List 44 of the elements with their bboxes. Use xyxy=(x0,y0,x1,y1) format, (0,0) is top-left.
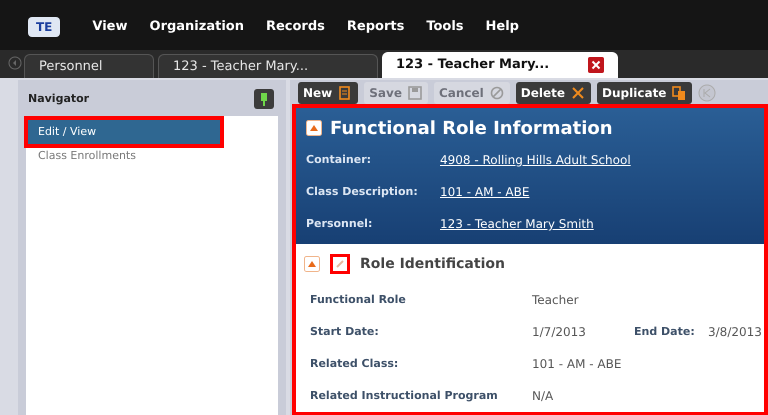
menu-item[interactable]: View xyxy=(92,17,128,37)
pin-icon[interactable] xyxy=(254,89,274,109)
nav-item[interactable]: Edit / View xyxy=(28,120,220,144)
toolbar-button[interactable]: Delete xyxy=(516,82,592,104)
field-label: Functional Role xyxy=(310,292,407,308)
field-value: Teacher xyxy=(532,292,579,309)
field-label: Personnel: xyxy=(306,216,374,232)
field-label: End Date: xyxy=(634,324,696,340)
toolbar-button[interactable]: Duplicate xyxy=(597,82,692,104)
menu-item[interactable]: Records xyxy=(266,17,325,37)
edit-button[interactable] xyxy=(330,254,350,274)
field-label: Container: xyxy=(306,152,372,168)
prohibited-icon xyxy=(488,85,505,101)
field-value: N/A xyxy=(532,388,554,405)
record-link[interactable]: 101 - AM - ABE xyxy=(440,183,530,201)
collapse-icon[interactable] xyxy=(304,256,320,272)
tab[interactable]: Personnel xyxy=(24,54,154,78)
menu-item[interactable]: Tools xyxy=(426,17,464,37)
field-label: Start Date: xyxy=(310,324,380,340)
pencil-icon xyxy=(335,259,345,269)
scroll-left-icon[interactable] xyxy=(8,56,22,70)
cross-icon xyxy=(570,85,586,101)
copy-icon xyxy=(671,85,688,101)
section-title: Role Identification xyxy=(360,254,505,274)
field-value: 101 - AM - ABE xyxy=(532,356,622,373)
tab[interactable]: 123 - Teacher Mary... xyxy=(158,54,378,78)
field-label: Related Instructional Program xyxy=(310,388,499,404)
close-icon[interactable] xyxy=(588,57,604,73)
record-link[interactable]: 123 - Teacher Mary Smith xyxy=(440,215,594,233)
panel-title: Navigator xyxy=(28,90,90,107)
field-value: 3/8/2013 xyxy=(708,324,762,341)
record-link[interactable]: 4908 - Rolling Hills Adult School xyxy=(440,151,631,169)
field-label: Class Description: xyxy=(306,184,419,200)
app-logo[interactable]: TE xyxy=(28,17,60,37)
field-label: Related Class: xyxy=(310,356,400,372)
menu-item[interactable]: Reports xyxy=(346,17,404,37)
field-value: 1/7/2013 xyxy=(532,324,587,341)
section-title: Functional Role Information xyxy=(330,116,613,140)
collapse-icon[interactable] xyxy=(306,120,322,136)
tab[interactable]: 123 - Teacher Mary... xyxy=(382,52,618,78)
menu-item[interactable]: Help xyxy=(486,17,519,37)
nav-item[interactable]: Class Enrollments xyxy=(28,144,276,168)
toolbar-button[interactable]: New xyxy=(298,82,358,104)
menu-item[interactable]: Organization xyxy=(150,17,244,37)
